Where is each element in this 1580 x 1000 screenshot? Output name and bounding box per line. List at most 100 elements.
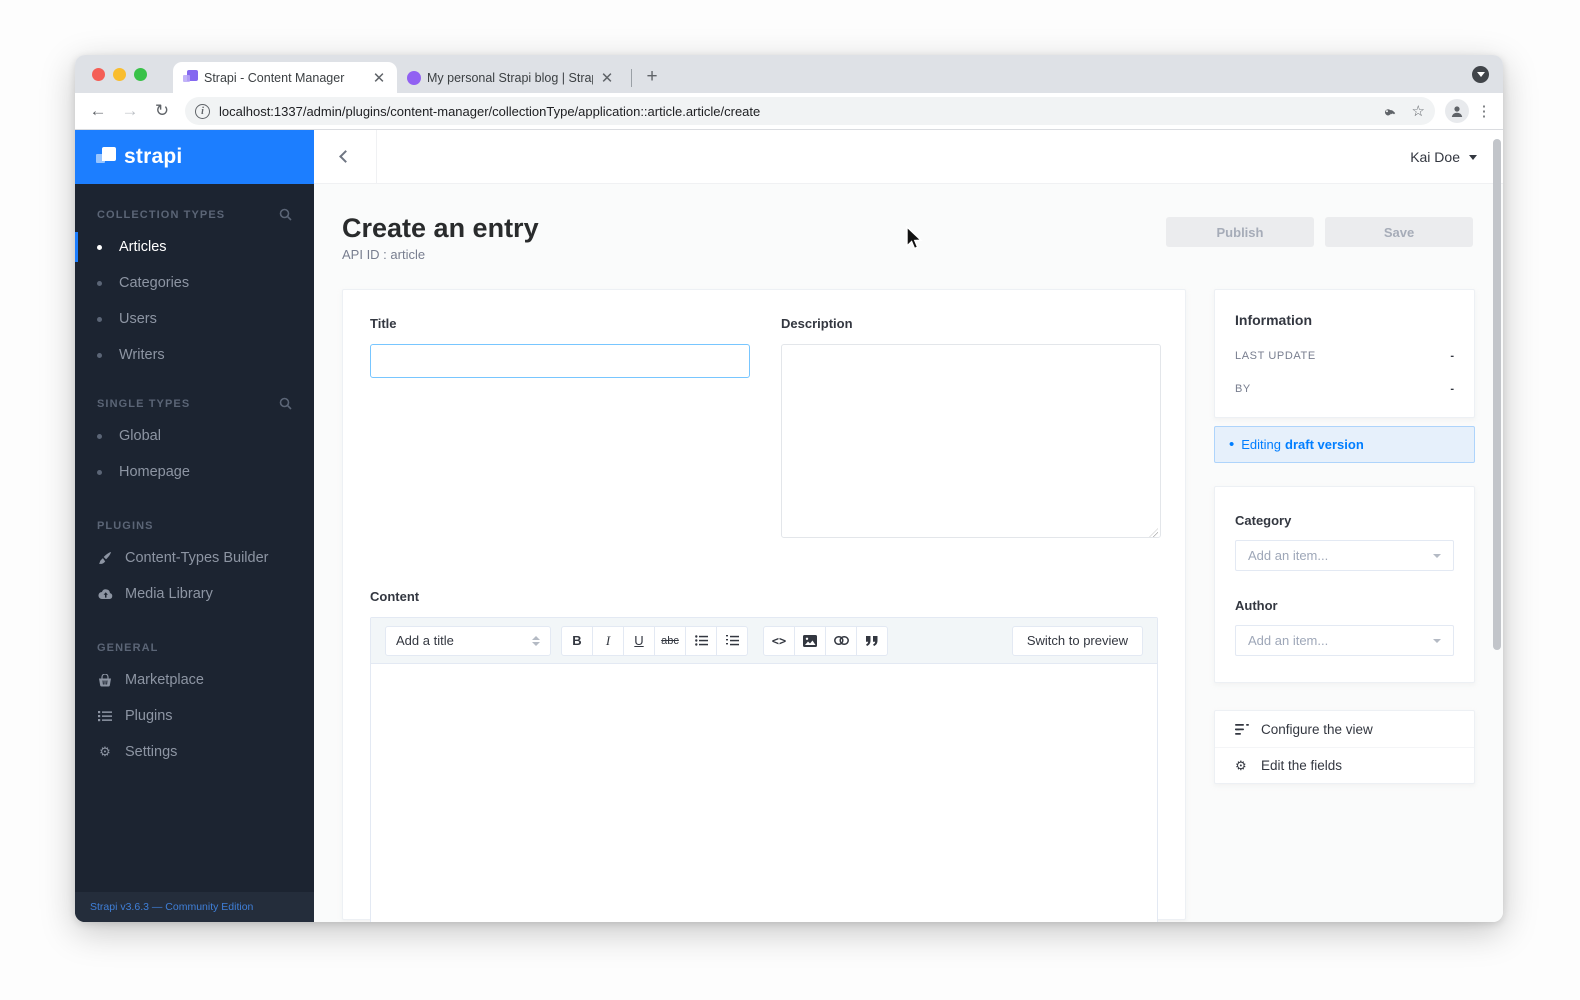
richtext-editor: Add a title B I U abc <> Switch to previ…: [370, 617, 1158, 922]
unordered-list-button[interactable]: [685, 625, 717, 656]
bullet-list-icon: [694, 635, 708, 647]
blog-favicon-icon: [407, 70, 421, 85]
configure-the-view-link[interactable]: Configure the view: [1215, 711, 1474, 747]
bullet-icon: [97, 469, 102, 475]
cloud-upload-icon: [97, 589, 112, 600]
editor-toolbar: Add a title B I U abc <> Switch to previ…: [371, 618, 1157, 665]
back-navigation-button[interactable]: [314, 130, 377, 183]
list-icon: [98, 711, 112, 722]
blockquote-button[interactable]: [856, 625, 888, 656]
new-tab-button[interactable]: +: [638, 63, 666, 91]
close-tab-icon[interactable]: ✕: [599, 69, 615, 87]
chevron-down-icon: [1476, 72, 1485, 77]
description-textarea[interactable]: [781, 344, 1161, 539]
strapi-logo[interactable]: strapi: [75, 130, 314, 184]
back-button[interactable]: ←: [85, 98, 111, 124]
information-title: Information: [1235, 312, 1312, 329]
strapi-version-footer[interactable]: Strapi v3.6.3 — Community Edition: [75, 892, 314, 922]
sidebar-item-homepage[interactable]: Homepage: [75, 454, 314, 490]
sidebar-item-content-types-builder[interactable]: Content-Types Builder: [75, 540, 314, 576]
quote-icon: [866, 635, 878, 646]
gear-icon: ⚙: [1235, 757, 1247, 773]
sidebar-item-global[interactable]: Global: [75, 418, 314, 454]
sidebar-item-media-library[interactable]: Media Library: [75, 576, 314, 612]
author-select[interactable]: Add an item...: [1235, 625, 1454, 657]
save-button[interactable]: Save: [1325, 217, 1473, 247]
bullet-icon: [97, 433, 102, 439]
edit-the-fields-link[interactable]: ⚙ Edit the fields: [1215, 747, 1474, 783]
section-title-general: GENERAL: [97, 642, 159, 654]
code-button[interactable]: <>: [763, 625, 795, 656]
tab-strapi-content-manager[interactable]: Strapi - Content Manager ✕: [173, 62, 397, 93]
sidebar-item-marketplace[interactable]: Marketplace: [75, 662, 314, 698]
link-button[interactable]: [825, 625, 857, 656]
forward-button[interactable]: →: [117, 98, 143, 124]
close-window-button[interactable]: [92, 68, 105, 81]
reload-button[interactable]: ↻: [149, 98, 175, 124]
editor-body[interactable]: [371, 664, 1157, 922]
relations-card: Category Add an item... Author Add an it…: [1214, 486, 1475, 684]
url-text[interactable]: localhost:1337/admin/plugins/content-man…: [219, 104, 1384, 119]
tab-personal-blog[interactable]: My personal Strapi blog | Strap ✕: [397, 62, 625, 93]
user-menu[interactable]: Kai Doe: [1410, 130, 1503, 183]
app-topbar: Kai Doe: [314, 130, 1503, 184]
sidebar-item-settings[interactable]: ⚙ Settings: [75, 734, 314, 770]
browser-toolbar: ← → ↻ i localhost:1337/admin/plugins/con…: [75, 93, 1503, 130]
maximize-window-button[interactable]: [134, 68, 147, 81]
sidebar-item-articles[interactable]: Articles: [75, 229, 314, 265]
resize-handle-icon[interactable]: [1149, 528, 1158, 538]
chevron-down-icon: [1433, 553, 1441, 558]
heading-select[interactable]: Add a title: [385, 625, 551, 656]
strikethrough-button[interactable]: abc: [654, 625, 686, 656]
browser-menu-icon[interactable]: ⋮: [1475, 102, 1493, 120]
image-button[interactable]: [794, 625, 826, 656]
last-update-value: -: [1450, 350, 1454, 363]
bold-button[interactable]: B: [561, 625, 593, 656]
password-key-icon[interactable]: [1384, 103, 1400, 119]
ordered-list-button[interactable]: [716, 625, 748, 656]
close-tab-icon[interactable]: ✕: [371, 69, 387, 87]
author-label: Author: [1235, 598, 1278, 614]
profile-avatar[interactable]: [1445, 99, 1469, 123]
strapi-logo-icon: [96, 147, 116, 167]
chevron-down-icon: [1469, 155, 1477, 160]
content-area: Create an entry API ID : article Publish…: [314, 184, 1503, 922]
gear-icon: ⚙: [99, 744, 111, 759]
description-field-label: Description: [781, 316, 853, 332]
title-input[interactable]: [370, 344, 750, 379]
site-info-icon[interactable]: i: [195, 103, 210, 119]
tab-title: My personal Strapi blog | Strap: [427, 70, 593, 85]
bookmark-star-icon[interactable]: ☆: [1412, 102, 1425, 120]
sidebar-item-writers[interactable]: Writers: [75, 337, 314, 373]
bullet-icon: [97, 280, 102, 286]
strapi-favicon-icon: [183, 70, 198, 85]
sidebar: strapi COLLECTION TYPES Articles Categor…: [75, 130, 314, 922]
address-bar[interactable]: i localhost:1337/admin/plugins/content-m…: [185, 97, 1435, 125]
page-title: Create an entry: [342, 213, 539, 243]
minimize-window-button[interactable]: [113, 68, 126, 81]
category-select[interactable]: Add an item...: [1235, 540, 1454, 572]
filter-lines-icon: [1235, 723, 1249, 735]
person-icon: [1451, 106, 1463, 117]
tab-strip: Strapi - Content Manager ✕ My personal S…: [75, 55, 1503, 93]
switch-to-preview-button[interactable]: Switch to preview: [1011, 625, 1143, 656]
page-scrollbar[interactable]: [1493, 139, 1501, 650]
italic-button[interactable]: I: [592, 625, 624, 656]
search-icon[interactable]: [279, 208, 292, 221]
sidebar-item-plugins[interactable]: Plugins: [75, 698, 314, 734]
tab-search-button[interactable]: [1472, 66, 1489, 83]
sidebar-item-categories[interactable]: Categories: [75, 265, 314, 301]
information-card: Information LAST UPDATE - BY -: [1214, 289, 1475, 419]
underline-button[interactable]: U: [623, 625, 655, 656]
content-field-label: Content: [370, 589, 420, 605]
api-id-subtitle: API ID : article: [342, 247, 426, 263]
publish-button[interactable]: Publish: [1166, 217, 1314, 247]
entry-form-card: Title Description Content Add a title B …: [342, 289, 1186, 922]
sidebar-item-users[interactable]: Users: [75, 301, 314, 337]
user-name: Kai Doe: [1410, 148, 1460, 165]
section-title-collection-types: COLLECTION TYPES: [97, 208, 226, 221]
select-spinner-icon: [532, 635, 540, 646]
by-row: BY -: [1235, 383, 1454, 396]
search-icon[interactable]: [279, 397, 292, 410]
by-value: -: [1450, 383, 1454, 396]
